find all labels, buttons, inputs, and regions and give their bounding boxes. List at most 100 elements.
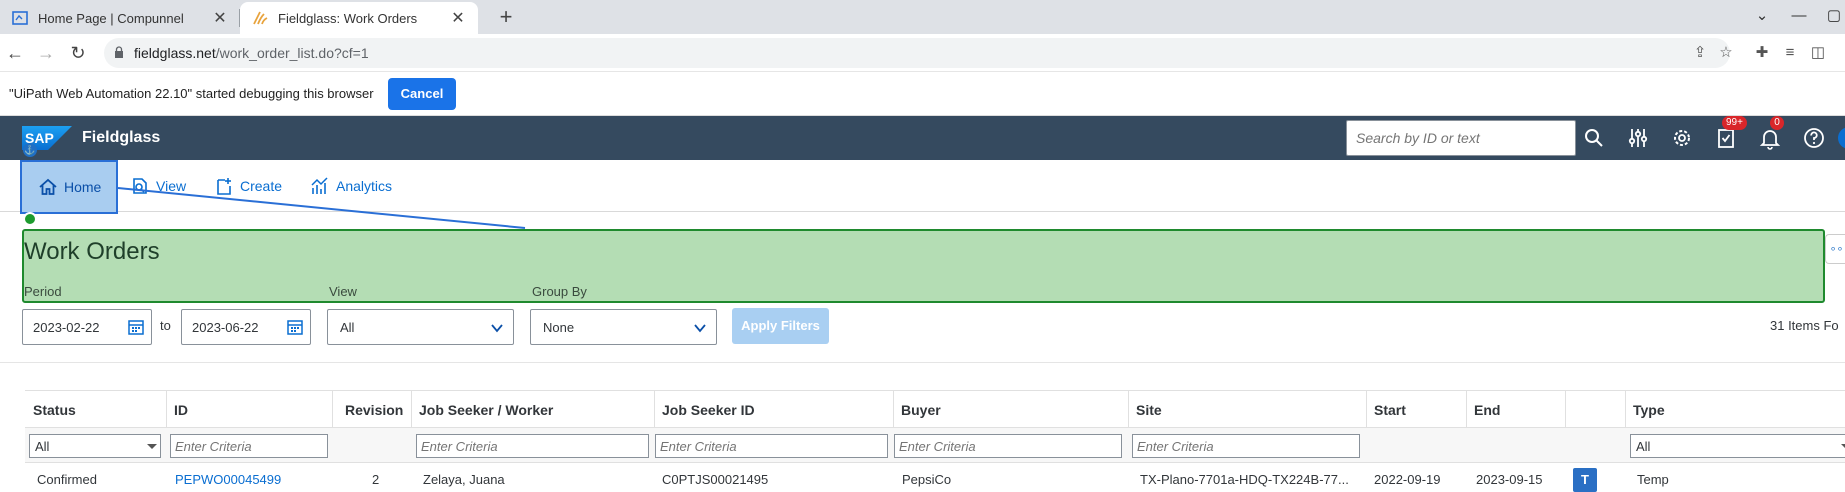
url-text: fieldglass.net/work_order_list.do?cf=1 (134, 45, 369, 61)
column-header-job-seeker-id[interactable]: Job Seeker ID (654, 391, 763, 427)
column-header-badge[interactable] (1565, 391, 1581, 427)
back-arrow-icon[interactable]: ← (3, 41, 27, 65)
forward-arrow-icon[interactable]: → (34, 41, 58, 65)
help-icon[interactable] (1802, 126, 1826, 150)
nav-item-view[interactable]: View (130, 160, 186, 212)
period-to-field[interactable] (181, 309, 311, 345)
dropdown-caret-icon (1841, 444, 1845, 449)
share-icon[interactable]: ⇪ (1690, 43, 1710, 63)
worker-filter-field[interactable] (416, 434, 649, 458)
period-from-field[interactable] (22, 309, 152, 345)
bookmark-star-icon[interactable]: ☆ (1716, 43, 1736, 63)
reading-list-icon[interactable]: ≡ (1780, 43, 1800, 63)
debug-infobar: "UiPath Web Automation 22.10" started de… (0, 72, 1845, 116)
id-filter-field[interactable] (170, 434, 328, 458)
cell-end: 2023-09-15 (1476, 472, 1543, 487)
apply-filters-button[interactable]: Apply Filters (732, 308, 829, 344)
period-to-input[interactable] (182, 310, 282, 344)
group-by-select[interactable]: None (530, 309, 717, 345)
browser-tab-strip: Home Page | Compunnel ✕ Fieldglass: Work… (0, 0, 1845, 34)
browser-tab-compunnel[interactable]: Home Page | Compunnel ✕ (0, 2, 240, 34)
reload-icon[interactable]: ↻ (66, 41, 90, 65)
column-header-end[interactable]: End (1466, 391, 1508, 427)
period-from-input[interactable] (23, 310, 123, 344)
column-divider[interactable] (332, 391, 333, 427)
worker-filter-input[interactable] (417, 435, 648, 457)
browser-tab-fieldglass[interactable]: Fieldglass: Work Orders ✕ (240, 2, 478, 34)
type-badge: T (1573, 468, 1597, 492)
job-seeker-id-filter-input[interactable] (656, 435, 887, 457)
url-path: /work_order_list.do?cf=1 (215, 45, 369, 61)
cell-buyer: PepsiCo (902, 472, 952, 487)
lock-icon (115, 46, 123, 58)
view-select-value: All (340, 320, 355, 335)
type-filter-select[interactable]: All (1630, 434, 1845, 458)
work-orders-header: Work Orders Period View Group By (22, 229, 1825, 303)
column-header-buyer[interactable]: Buyer (893, 391, 949, 427)
site-filter-field[interactable] (1132, 434, 1360, 458)
close-tab-icon[interactable]: ✕ (212, 8, 228, 28)
nav-item-analytics[interactable]: Analytics (310, 160, 392, 212)
column-header-revision[interactable]: Revision (337, 391, 411, 427)
address-bar[interactable]: fieldglass.net/work_order_list.do?cf=1 ⇪… (104, 38, 1733, 68)
site-filter-input[interactable] (1133, 435, 1359, 457)
browser-tab-title: Fieldglass: Work Orders (278, 10, 418, 26)
cell-id-link[interactable]: PEPWO00045499 (175, 472, 281, 487)
view-select[interactable]: All (327, 309, 514, 345)
buyer-filter-field[interactable] (894, 434, 1122, 458)
user-avatar[interactable] (1838, 127, 1845, 149)
nav-item-home[interactable]: Home (20, 160, 118, 214)
tasks-button[interactable]: 99+ (1714, 116, 1747, 150)
notifications-button[interactable]: 0 (1758, 116, 1784, 150)
column-header-id[interactable]: ID (166, 391, 196, 427)
column-header-status[interactable]: Status (25, 391, 84, 427)
cell-type: Temp (1637, 472, 1669, 487)
anchor-marker-icon: ⚓ (23, 143, 37, 157)
global-search-input[interactable] (1347, 121, 1575, 155)
target-marker-icon (23, 212, 37, 226)
extensions-puzzle-icon[interactable]: ✚ (1752, 43, 1772, 63)
close-tab-icon[interactable]: ✕ (450, 8, 466, 28)
browser-tab-title: Home Page | Compunnel (38, 10, 184, 26)
home-icon (39, 178, 57, 195)
buyer-filter-input[interactable] (895, 435, 1121, 457)
url-host: fieldglass.net (134, 45, 216, 61)
side-panel-icon[interactable]: ◫ (1808, 43, 1828, 63)
nav-item-create[interactable]: Create (214, 160, 282, 212)
cell-site: TX-Plano-7701a-HDQ-TX224B-77... (1140, 472, 1349, 487)
column-header-start[interactable]: Start (1366, 391, 1414, 427)
search-icon[interactable] (1582, 126, 1606, 150)
job-seeker-id-filter-field[interactable] (655, 434, 888, 458)
calendar-icon[interactable] (127, 318, 145, 336)
table-filter-row: All All (25, 427, 1845, 463)
work-orders-table: Status ID Revision Job Seeker / Worker J… (25, 390, 1845, 492)
chevron-down-icon (491, 324, 503, 333)
column-header-worker[interactable]: Job Seeker / Worker (411, 391, 561, 427)
status-filter-value: All (35, 439, 50, 454)
cancel-debug-button[interactable]: Cancel (388, 78, 456, 110)
shell-bar: SAP Fieldglass 99+ 0 (0, 116, 1845, 160)
fieldglass-favicon-icon (253, 11, 268, 25)
nav-item-label: Create (240, 178, 283, 194)
filter-settings-icon[interactable] (1626, 126, 1650, 150)
new-tab-button[interactable]: + (492, 4, 520, 32)
id-filter-input[interactable] (171, 435, 327, 457)
column-header-type[interactable]: Type (1625, 391, 1673, 427)
debug-message: "UiPath Web Automation 22.10" started de… (9, 86, 374, 101)
section-divider (0, 362, 1845, 363)
global-search-box[interactable] (1346, 120, 1576, 156)
cell-worker: Zelaya, Juana (423, 472, 505, 487)
gear-icon[interactable] (1670, 126, 1694, 150)
type-filter-value: All (1636, 439, 1651, 454)
dropdown-caret-icon (147, 444, 157, 449)
app-title[interactable]: Fieldglass (82, 129, 160, 147)
notifications-badge: 0 (1770, 116, 1784, 130)
view-label: View (329, 284, 357, 299)
status-filter-select[interactable]: All (29, 434, 161, 458)
calendar-icon[interactable] (286, 318, 304, 336)
group-by-label: Group By (532, 284, 587, 299)
analytics-icon (311, 177, 328, 194)
maximize-icon[interactable]: ▢ (1812, 2, 1845, 30)
column-header-site[interactable]: Site (1128, 391, 1170, 427)
more-options-icon[interactable]: ∘∘ (1825, 234, 1845, 264)
